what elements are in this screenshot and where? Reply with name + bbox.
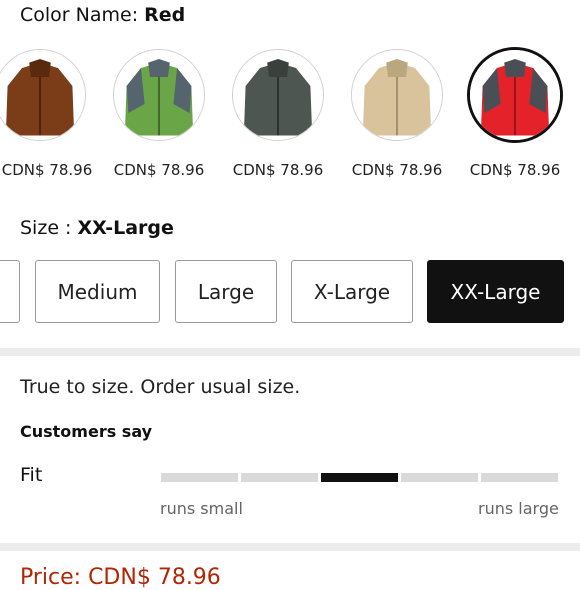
swatch-price: CDN$ 78.96: [232, 161, 324, 179]
fit-scale-segment-active: [321, 473, 398, 482]
fit-scale-segment: [161, 473, 238, 482]
jacket-image: [0, 50, 85, 140]
jacket-image: [470, 50, 560, 140]
size-option-large[interactable]: Large: [175, 260, 277, 323]
jacket-image: [352, 50, 442, 140]
swatch-price: CDN$ 78.96: [351, 161, 443, 179]
swatch-price: CDN$ 78.96: [113, 161, 205, 179]
section-divider: [0, 348, 580, 356]
color-swatch-brown[interactable]: [0, 49, 86, 141]
fit-scale-segment: [401, 473, 478, 482]
color-swatch-green[interactable]: [113, 49, 205, 141]
size-label: Size : XX-Large: [20, 217, 174, 239]
price-line: Price: CDN$ 78.96: [20, 565, 221, 590]
size-option-partial[interactable]: [0, 260, 20, 323]
fit-scale-segment: [241, 473, 318, 482]
color-name-value: Red: [144, 4, 186, 26]
color-name-prefix: Color Name:: [20, 4, 145, 26]
size-value: XX-Large: [77, 217, 174, 239]
size-option-x-large[interactable]: X-Large: [291, 260, 413, 323]
jacket-image: [233, 50, 323, 140]
fit-summary: True to size. Order usual size.: [20, 376, 301, 398]
size-prefix: Size :: [20, 217, 78, 239]
size-option-xx-large-selected[interactable]: XX-Large: [427, 260, 564, 323]
jacket-image: [114, 50, 204, 140]
color-swatch-red-selected[interactable]: [467, 47, 563, 143]
size-option-medium[interactable]: Medium: [35, 260, 160, 323]
fit-left-label: runs small: [160, 499, 243, 518]
swatch-price: CDN$ 78.96: [1, 161, 93, 179]
color-swatch-dark-grey[interactable]: [232, 49, 324, 141]
section-divider: [0, 543, 580, 551]
fit-label: Fit: [20, 464, 43, 486]
fit-scale-segment: [481, 473, 558, 482]
color-swatch-khaki[interactable]: [351, 49, 443, 141]
color-name-label: Color Name: Red: [20, 4, 185, 26]
fit-right-label: runs large: [478, 499, 559, 518]
swatch-price: CDN$ 78.96: [469, 161, 561, 179]
customers-say-heading: Customers say: [20, 422, 153, 441]
